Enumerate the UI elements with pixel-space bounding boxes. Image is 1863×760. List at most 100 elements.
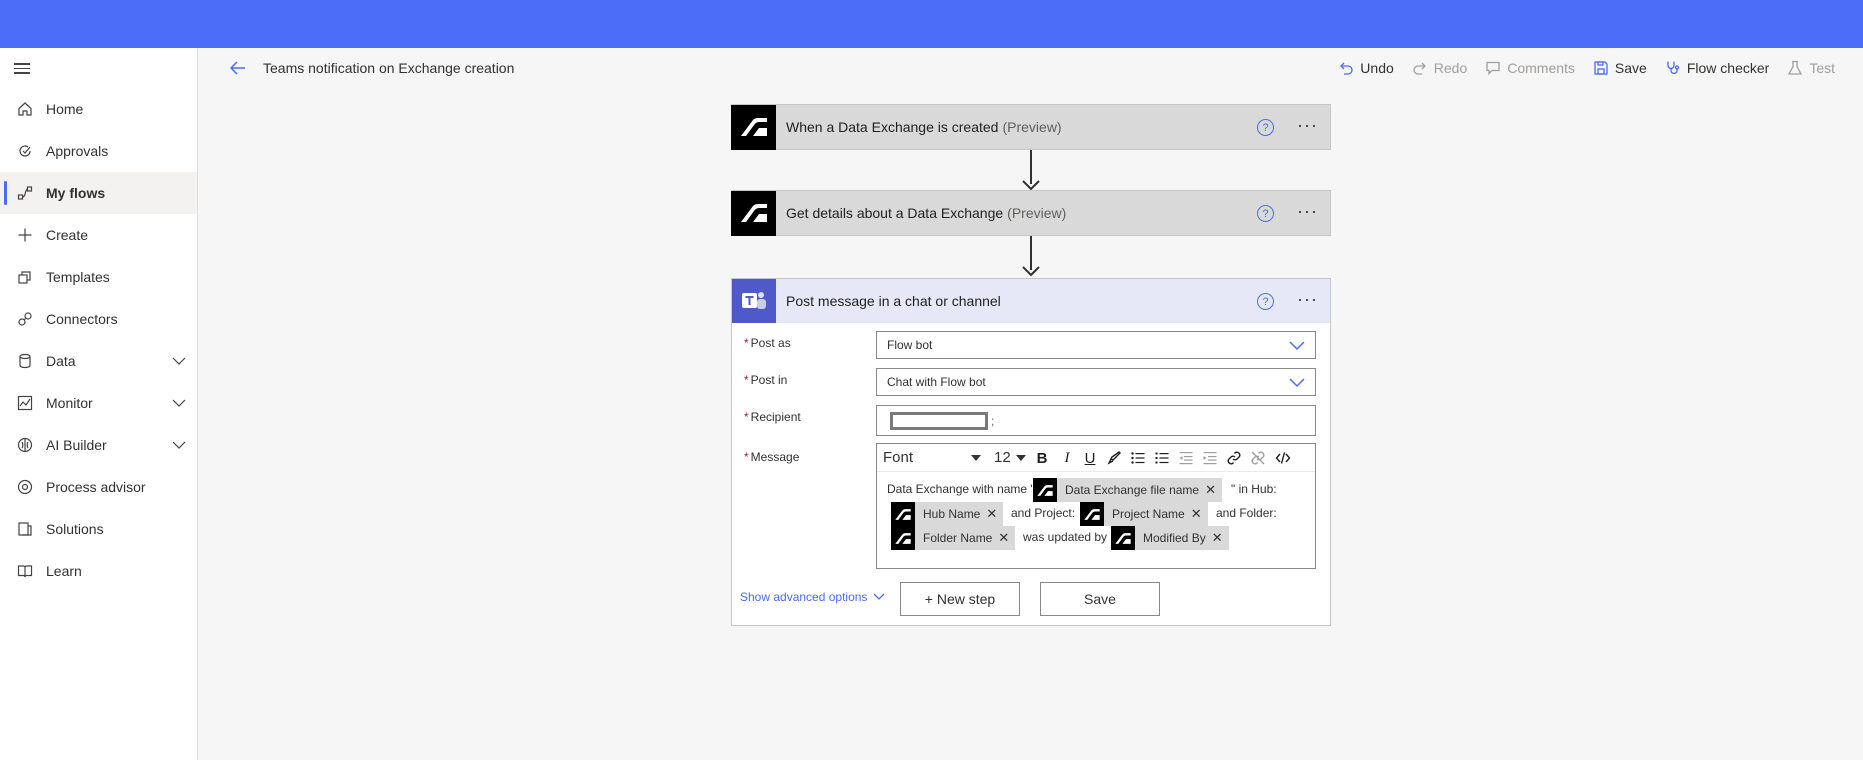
sidebar-item-label: Data: [46, 353, 76, 369]
connectors-icon: [15, 309, 35, 329]
font-family-dropdown[interactable]: Font: [883, 449, 987, 466]
dynamic-token-folder-name[interactable]: Folder Name ✕: [891, 526, 1016, 550]
more-options-icon[interactable]: ···: [1297, 290, 1318, 308]
increase-indent-button[interactable]: [1200, 448, 1220, 468]
message-text: " in Hub:: [1231, 482, 1277, 496]
step-connector-line: [1030, 150, 1032, 184]
step-title: Get details about a Data Exchange (Previe…: [786, 205, 1067, 221]
sidebar-item-process-advisor[interactable]: Process advisor: [0, 466, 197, 508]
post-message-step-header[interactable]: Post message in a chat or channel ? ···: [732, 279, 1330, 323]
help-icon[interactable]: ?: [1257, 205, 1274, 222]
insert-link-button[interactable]: [1224, 448, 1244, 468]
trigger-step-card[interactable]: When a Data Exchange is created (Preview)…: [731, 104, 1331, 150]
post-as-label: * Post as: [744, 336, 791, 350]
new-step-button[interactable]: + New step: [900, 582, 1020, 616]
remove-token-icon[interactable]: ✕: [1212, 530, 1223, 546]
remove-link-button[interactable]: [1248, 448, 1268, 468]
rich-text-toolbar: Font 12 B I U: [877, 444, 1315, 472]
arrow-down-icon: [1022, 266, 1040, 277]
decrease-indent-icon: [1179, 452, 1193, 465]
redo-button[interactable]: Redo: [1412, 60, 1467, 76]
sidebar-item-label: Approvals: [46, 143, 109, 159]
solutions-icon: [15, 519, 35, 539]
back-arrow-icon[interactable]: [229, 59, 247, 77]
chevron-down-icon: [873, 593, 885, 600]
more-options-icon[interactable]: ···: [1297, 116, 1318, 134]
sidebar-item-create[interactable]: Create: [0, 214, 197, 256]
font-color-button[interactable]: [1104, 448, 1124, 468]
sidebar-item-learn[interactable]: Learn: [0, 550, 197, 592]
message-rich-text-editor[interactable]: Font 12 B I U Data Exchange with name " …: [876, 443, 1316, 569]
dynamic-token-project-name[interactable]: Project Name ✕: [1080, 502, 1208, 526]
italic-button[interactable]: I: [1057, 448, 1077, 468]
sidebar-item-connectors[interactable]: Connectors: [0, 298, 197, 340]
remove-token-icon[interactable]: ✕: [986, 506, 997, 522]
step-title: When a Data Exchange is created (Preview): [786, 119, 1062, 135]
numbered-list-button[interactable]: [1152, 448, 1172, 468]
chevron-down-icon[interactable]: [171, 437, 187, 453]
ai-builder-icon: [15, 435, 35, 455]
hamburger-menu-icon[interactable]: [14, 63, 30, 75]
sidebar-item-home[interactable]: Home: [0, 88, 197, 130]
save-toolbar-button[interactable]: Save: [1593, 60, 1647, 76]
post-in-label: * Post in: [744, 373, 788, 387]
autodesk-logo-icon: [1080, 502, 1104, 526]
process-advisor-icon: [15, 477, 35, 497]
message-label: * Message: [744, 450, 800, 464]
step-title: Post message in a chat or channel: [786, 293, 1001, 309]
flow-toolbar: Undo Redo Comments Save Flow checker Tes…: [1320, 57, 1835, 79]
recipient-input[interactable]: ;: [876, 405, 1316, 436]
increase-indent-icon: [1203, 452, 1217, 465]
decrease-indent-button[interactable]: [1176, 448, 1196, 468]
recipient-chip-redacted[interactable]: [890, 412, 988, 430]
flow-header: Teams notification on Exchange creation …: [199, 48, 1863, 88]
templates-icon: [15, 267, 35, 287]
dynamic-token-file-name[interactable]: Data Exchange file name ✕: [1033, 478, 1222, 502]
help-icon[interactable]: ?: [1257, 293, 1274, 310]
remove-token-icon[interactable]: ✕: [1205, 482, 1216, 498]
dynamic-token-hub-name[interactable]: Hub Name ✕: [891, 502, 1004, 526]
code-view-button[interactable]: [1273, 448, 1293, 468]
bold-button[interactable]: B: [1032, 448, 1052, 468]
save-button[interactable]: Save: [1040, 582, 1160, 616]
underline-button[interactable]: U: [1080, 448, 1100, 468]
sidebar-item-approvals[interactable]: Approvals: [0, 130, 197, 172]
test-button[interactable]: Test: [1787, 60, 1835, 76]
autodesk-logo-icon: [1111, 526, 1135, 550]
post-as-dropdown[interactable]: Flow bot: [876, 331, 1316, 359]
autodesk-logo-icon: [731, 190, 776, 236]
message-text: and Folder:: [1216, 506, 1277, 520]
message-text: and Project:: [1011, 506, 1076, 520]
sidebar-item-label: Learn: [46, 563, 82, 579]
sidebar-item-ai-builder[interactable]: AI Builder: [0, 424, 197, 466]
left-navigation: Home Approvals My flows Create Templates…: [0, 48, 198, 760]
dynamic-token-modified-by[interactable]: Modified By ✕: [1111, 526, 1229, 550]
show-advanced-options-link[interactable]: Show advanced options: [740, 590, 885, 604]
chevron-down-icon[interactable]: [171, 395, 187, 411]
data-icon: [15, 351, 35, 371]
flow-checker-button[interactable]: Flow checker: [1665, 60, 1769, 76]
flow-title: Teams notification on Exchange creation: [263, 60, 515, 76]
sidebar-item-label: Create: [46, 227, 89, 243]
sidebar-item-label: Connectors: [46, 311, 118, 327]
learn-icon: [15, 561, 35, 581]
sidebar-item-templates[interactable]: Templates: [0, 256, 197, 298]
sidebar-item-monitor[interactable]: Monitor: [0, 382, 197, 424]
post-in-dropdown[interactable]: Chat with Flow bot: [876, 368, 1316, 396]
sidebar-item-label: Home: [46, 101, 84, 117]
sidebar-item-data[interactable]: Data: [0, 340, 197, 382]
sidebar-item-my-flows[interactable]: My flows: [0, 172, 197, 214]
chevron-down-icon[interactable]: [171, 353, 187, 369]
more-options-icon[interactable]: ···: [1297, 202, 1318, 220]
get-details-step-card[interactable]: Get details about a Data Exchange (Previe…: [731, 190, 1331, 236]
undo-button[interactable]: Undo: [1338, 60, 1394, 76]
remove-token-icon[interactable]: ✕: [998, 530, 1009, 546]
remove-token-icon[interactable]: ✕: [1191, 506, 1202, 522]
bulleted-list-button[interactable]: [1128, 448, 1148, 468]
comments-button[interactable]: Comments: [1485, 60, 1575, 76]
help-icon[interactable]: ?: [1257, 119, 1274, 136]
sidebar-item-solutions[interactable]: Solutions: [0, 508, 197, 550]
font-size-dropdown[interactable]: 12: [994, 449, 1026, 466]
save-icon: [1594, 61, 1608, 75]
chevron-down-icon: [1289, 378, 1305, 388]
